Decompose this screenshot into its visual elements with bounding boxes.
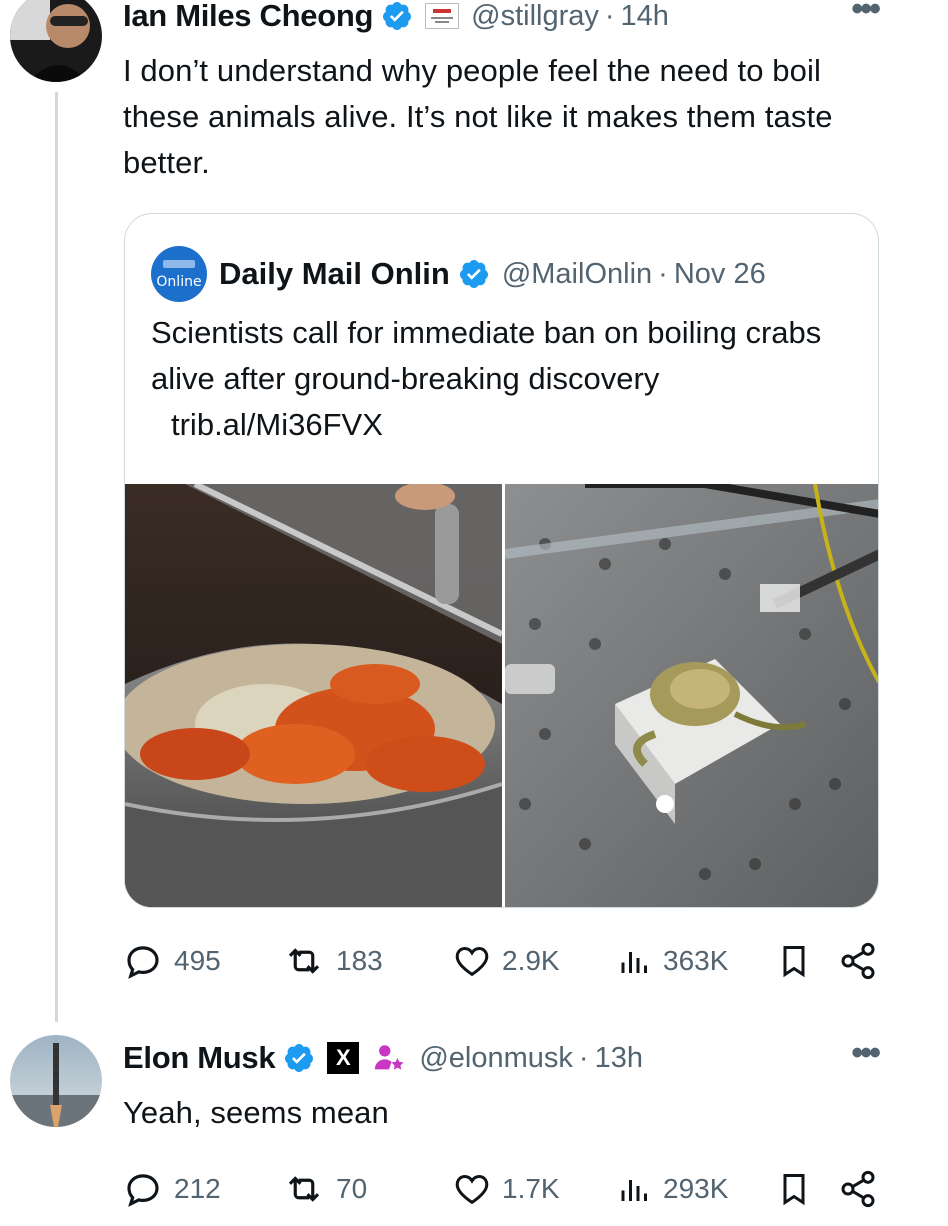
reply-actions-bar: 212 70 1.7K 293K bbox=[122, 1164, 882, 1214]
quoted-tweet-text: Scientists call for immediate ban on boi… bbox=[151, 315, 822, 396]
views-count: 363K bbox=[663, 945, 729, 976]
separator-dot: · bbox=[604, 0, 615, 32]
avatar-ian-miles-cheong[interactable] bbox=[10, 0, 102, 82]
tweet-text: I don’t understand why people feel the n… bbox=[123, 53, 833, 180]
author-handle[interactable]: @stillgray bbox=[471, 0, 599, 33]
share-button[interactable] bbox=[838, 1164, 878, 1214]
retweet-icon bbox=[288, 948, 320, 974]
quoted-tweet-header: Online Daily Mail Onlin @MailOnlin · Nov… bbox=[151, 246, 766, 302]
quoted-author-handle[interactable]: @MailOnlin bbox=[502, 258, 652, 291]
reply-icon bbox=[127, 1174, 159, 1207]
like-count: 2.9K bbox=[502, 945, 560, 976]
share-button[interactable] bbox=[838, 936, 878, 986]
reply-text: Yeah, seems mean bbox=[123, 1095, 389, 1130]
bookmark-button[interactable] bbox=[776, 1164, 812, 1214]
share-icon bbox=[841, 1170, 875, 1208]
author-name[interactable]: Elon Musk bbox=[123, 1040, 276, 1076]
reply-header: Elon Musk X @elonmusk · 13h bbox=[123, 1036, 643, 1080]
image-crabs-in-pot[interactable] bbox=[125, 484, 502, 907]
separator-dot: · bbox=[578, 1041, 589, 1074]
views-count: 293K bbox=[663, 1173, 729, 1204]
views-button[interactable]: 363K bbox=[617, 936, 728, 986]
like-icon bbox=[455, 1174, 489, 1205]
quoted-author-name[interactable]: Daily Mail Onlin bbox=[219, 256, 450, 292]
reply-button[interactable]: 495 bbox=[122, 936, 221, 986]
author-name[interactable]: Ian Miles Cheong bbox=[123, 0, 373, 34]
reply-button[interactable]: 212 bbox=[122, 1164, 221, 1214]
reply-count: 495 bbox=[174, 945, 221, 976]
like-button[interactable]: 1.7K bbox=[452, 1164, 560, 1214]
reply-count: 212 bbox=[174, 1173, 221, 1204]
daily-mail-logo-icon[interactable]: Online bbox=[151, 246, 207, 302]
author-handle[interactable]: @elonmusk bbox=[419, 1042, 573, 1075]
views-button[interactable]: 293K bbox=[617, 1164, 728, 1214]
logo-text: Online bbox=[156, 274, 202, 290]
bookmark-button[interactable] bbox=[776, 936, 812, 986]
tweet-time[interactable]: 14h bbox=[621, 0, 669, 33]
like-icon bbox=[455, 946, 489, 977]
reply-icon bbox=[127, 946, 159, 979]
tweet-header: Ian Miles Cheong @stillgray · 14h bbox=[123, 0, 669, 38]
x-affiliate-badge-label: X bbox=[335, 1045, 351, 1070]
verified-badge-icon bbox=[459, 260, 488, 289]
subscriber-icon bbox=[375, 1045, 404, 1070]
retweet-count: 70 bbox=[336, 1173, 368, 1204]
quoted-tweet-date[interactable]: Nov 26 bbox=[674, 258, 766, 291]
retweet-count: 183 bbox=[336, 945, 383, 976]
avatar-elon-musk[interactable] bbox=[10, 1035, 102, 1127]
retweet-button[interactable]: 183 bbox=[282, 936, 383, 986]
x-affiliate-badge-icon[interactable]: X bbox=[327, 1042, 360, 1074]
separator-dot: · bbox=[658, 257, 668, 290]
tweet-actions-bar: 495 183 2.9K 363K bbox=[122, 936, 882, 986]
more-options-button[interactable]: ••• bbox=[851, 1034, 881, 1073]
verified-badge-icon bbox=[285, 1044, 314, 1073]
retweet-button[interactable]: 70 bbox=[282, 1164, 367, 1214]
affiliate-logo-icon bbox=[425, 3, 460, 29]
logo-bar bbox=[163, 260, 195, 268]
views-icon bbox=[621, 952, 647, 973]
like-count: 1.7K bbox=[502, 1173, 560, 1204]
reply-time[interactable]: 13h bbox=[595, 1042, 643, 1075]
bookmark-icon bbox=[783, 946, 805, 978]
share-icon bbox=[841, 942, 875, 980]
quoted-tweet-link[interactable]: trib.al/Mi36FVX bbox=[171, 402, 383, 448]
like-button[interactable]: 2.9K bbox=[452, 936, 560, 986]
thread-connector-line bbox=[55, 92, 58, 1022]
bookmark-icon bbox=[783, 1174, 805, 1206]
quoted-tweet-card[interactable]: Online Daily Mail Onlin @MailOnlin · Nov… bbox=[124, 213, 879, 908]
views-icon bbox=[621, 1180, 647, 1201]
more-options-button[interactable]: ••• bbox=[851, 0, 881, 29]
retweet-icon bbox=[288, 1176, 320, 1202]
image-crab-lab-experiment[interactable] bbox=[505, 484, 878, 907]
verified-badge-icon bbox=[383, 2, 412, 31]
